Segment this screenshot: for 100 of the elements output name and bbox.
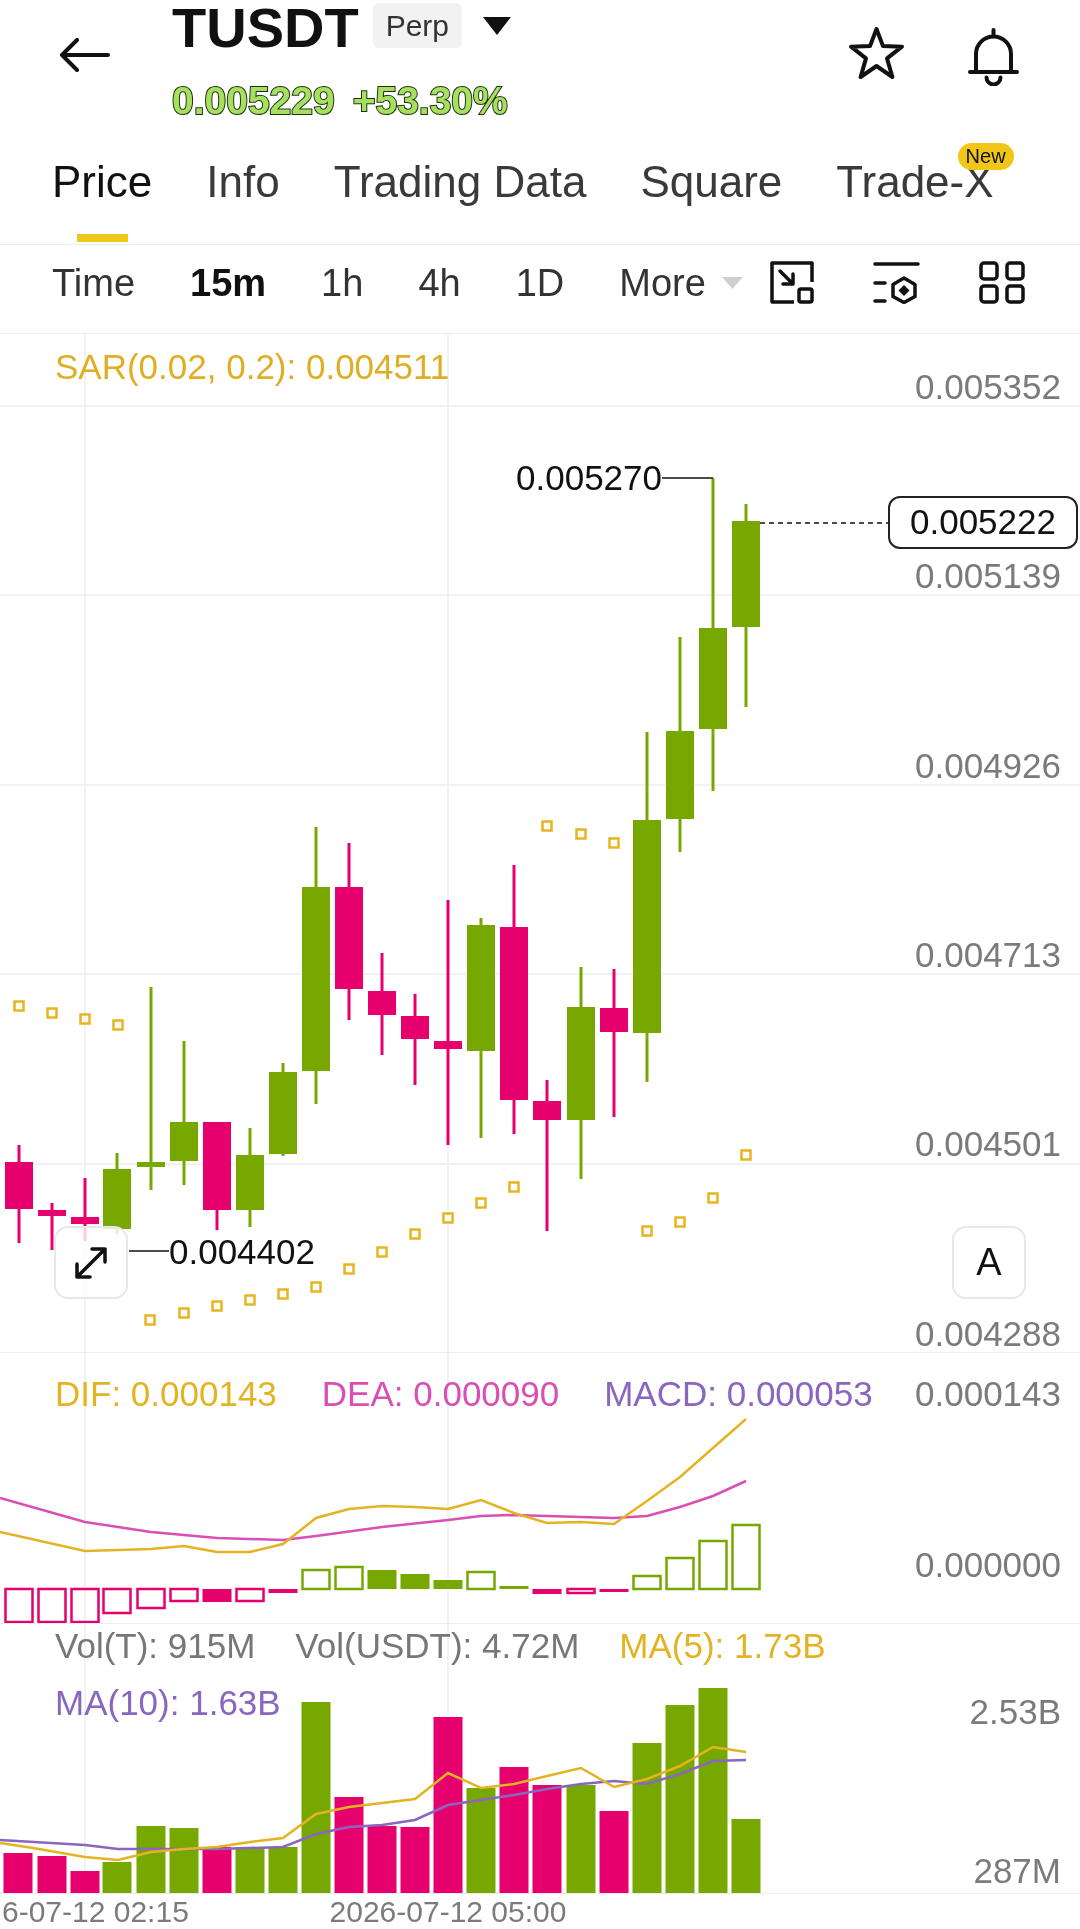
- sar-point: [178, 1307, 190, 1319]
- lines-hexagon-icon: [873, 261, 920, 304]
- macd-bar: [731, 1523, 761, 1591]
- macd-axis-label: 0.000143: [915, 1374, 1061, 1414]
- interval-option[interactable]: 4h: [418, 260, 461, 305]
- macd-bar: [599, 1589, 629, 1592]
- volume-legend-label: Vol(T): 915M: [55, 1626, 256, 1666]
- macd-bar: [102, 1587, 132, 1615]
- sar-point: [409, 1228, 421, 1240]
- new-badge: New: [957, 143, 1014, 170]
- macd-bar: [70, 1587, 100, 1623]
- back-button[interactable]: [58, 38, 110, 72]
- favorite-button[interactable]: [847, 26, 906, 81]
- macd-bar: [400, 1574, 430, 1589]
- caret-icon: [721, 276, 743, 289]
- macd-legend-label: MACD: 0.000053: [604, 1374, 873, 1414]
- macd-bar: [499, 1586, 529, 1589]
- expand-arrows-icon: [73, 1244, 109, 1281]
- macd-bar: [367, 1570, 397, 1589]
- macd-legend-label: DIF: 0.000143: [55, 1374, 277, 1414]
- volume-bar: [37, 1856, 67, 1893]
- volume-legend-label: MA(10): 1.63B: [55, 1683, 281, 1723]
- macd-bar: [37, 1587, 67, 1623]
- sar-point: [442, 1212, 454, 1224]
- sar-point: [575, 828, 587, 840]
- macd-bar: [169, 1587, 199, 1603]
- volume-bar: [367, 1826, 397, 1893]
- macd-bar: [301, 1568, 331, 1591]
- last-price: 0.005229: [172, 78, 335, 124]
- sar-point: [674, 1216, 686, 1228]
- more-dropdown[interactable]: More: [619, 260, 743, 305]
- sar-point: [310, 1281, 322, 1293]
- macd-bar: [4, 1587, 34, 1623]
- volume-bar: [70, 1871, 100, 1893]
- indicator-settings-button[interactable]: [873, 261, 920, 304]
- volume-bar: [169, 1828, 199, 1893]
- tab[interactable]: Square: [640, 157, 783, 242]
- macd-bar: [433, 1580, 463, 1589]
- tab[interactable]: Info: [206, 157, 280, 242]
- tab[interactable]: Price: [52, 157, 153, 242]
- volume-bar: [235, 1847, 265, 1893]
- volume-bar: [136, 1826, 166, 1893]
- macd-bar: [566, 1587, 596, 1595]
- macd-bar: [334, 1565, 364, 1591]
- star-icon: [847, 26, 906, 81]
- candle: [38, 1203, 66, 1250]
- square-arrow-icon: [770, 261, 814, 304]
- back-arrow-icon: [58, 38, 110, 72]
- sar-point: [144, 1314, 156, 1326]
- price-axis-label: 0.005139: [915, 556, 1061, 597]
- volume-bar: [3, 1853, 33, 1893]
- sar-point: [244, 1294, 256, 1306]
- macd-bar: [136, 1587, 166, 1610]
- current-price-label: 0.005222: [888, 496, 1078, 549]
- caret-icon[interactable]: [483, 17, 512, 35]
- symbol-title: TUSDT: [172, 0, 359, 56]
- price-axis-label: 0.004926: [915, 745, 1061, 786]
- sar-indicator-label: SAR(0.02, 0.2): 0.004511: [55, 347, 450, 387]
- sar-point: [343, 1263, 355, 1275]
- interval-option[interactable]: Time: [52, 260, 136, 305]
- high-leader-line: [661, 477, 714, 479]
- macd-bar: [532, 1589, 562, 1594]
- sar-point: [46, 1007, 58, 1019]
- high-price-label: 0.005270: [516, 458, 662, 498]
- volume-bar: [400, 1827, 430, 1893]
- volume-bar: [268, 1847, 298, 1893]
- price-axis-label: 0.005352: [915, 367, 1061, 407]
- volume-legend-label: Vol(USDT): 4.72M: [295, 1626, 580, 1666]
- expand-button[interactable]: [54, 1226, 128, 1299]
- volume-axis-label: 2.53B: [969, 1692, 1061, 1732]
- macd-bar: [632, 1574, 662, 1591]
- time-axis-label: 6-07-12 02:15: [2, 1894, 189, 1929]
- sar-point: [79, 1013, 91, 1025]
- interval-option[interactable]: 15m: [190, 260, 267, 305]
- macd-bar: [268, 1589, 298, 1593]
- sar-point: [13, 1000, 25, 1012]
- volume-bar: [102, 1862, 132, 1893]
- price-axis-label: 0.004288: [915, 1313, 1061, 1354]
- interval-option[interactable]: 1h: [321, 260, 364, 305]
- time-axis-label: 2026-07-12 05:00: [329, 1894, 567, 1929]
- price-change: +53.30%: [352, 78, 508, 124]
- price-axis-label: 0.004501: [915, 1124, 1061, 1165]
- price-axis-label: 0.004713: [915, 934, 1061, 975]
- macd-bar: [235, 1587, 265, 1603]
- macd-bar: [665, 1556, 695, 1591]
- tab[interactable]: Trading Data: [333, 157, 587, 242]
- sar-point: [641, 1225, 653, 1237]
- sar-point: [211, 1300, 223, 1312]
- sar-point: [608, 837, 620, 849]
- macd-legend-label: DEA: 0.000090: [321, 1374, 560, 1414]
- sar-point: [475, 1197, 487, 1209]
- sar-point: [707, 1192, 719, 1204]
- grid-layout-button[interactable]: [979, 261, 1025, 304]
- sar-point: [508, 1181, 520, 1193]
- macd-bar: [698, 1539, 728, 1591]
- sar-point: [740, 1149, 752, 1161]
- volume-bar: [202, 1847, 232, 1893]
- layout-switch-button[interactable]: [770, 261, 814, 304]
- interval-option[interactable]: 1D: [515, 260, 565, 305]
- scale-mode-button[interactable]: A: [952, 1226, 1026, 1299]
